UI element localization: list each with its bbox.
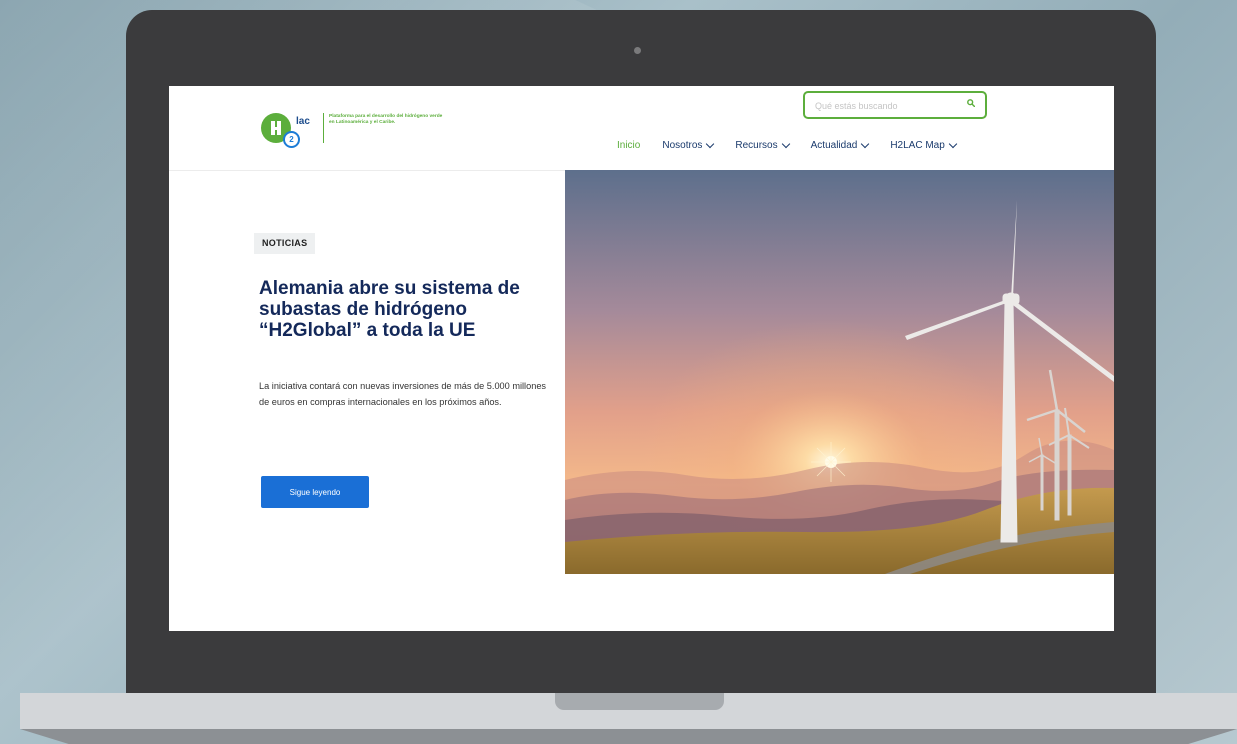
hero-image-wind-turbines [565,170,1114,574]
nav-item-label: Recursos [735,139,778,151]
article-lede: La iniciativa contará con nuevas inversi… [259,381,547,407]
nav-item-label: Nosotros [662,139,703,151]
chevron-down-icon [781,139,790,148]
nav-item-label: Actualidad [810,139,858,151]
logo-2-badge: 2 [283,131,300,148]
article-headline: Alemania abre su sistema de subastas de … [259,278,520,341]
chevron-down-icon [706,139,715,148]
search-input[interactable] [813,97,957,115]
nav-item-label: H2LAC Map [890,139,945,151]
background: 2 lac Plataforma para el desarrollo del … [0,0,1237,744]
search-icon[interactable] [967,99,975,107]
nav-item-label: Inicio [617,139,641,151]
nav-item-nosotros[interactable]: Nosotros [662,137,715,153]
wind-turbines-sunset-illustration [565,170,1114,574]
nav-item-actualidad[interactable]: Actualidad [810,137,870,153]
category-badge: NOTICIAS [254,233,316,254]
chevron-down-icon [861,139,870,148]
laptop-notch [555,693,724,710]
main-nav: Inicio Nosotros Recursos Actualidad H2LA… [617,137,978,153]
site-logo[interactable]: 2 lac Plataforma para el desarrollo del … [261,111,451,148]
logo-lac-text: lac [296,116,310,127]
browser-viewport: 2 lac Plataforma para el desarrollo del … [169,86,1114,631]
nav-item-h2lac-map[interactable]: H2LAC Map [890,137,958,153]
laptop-base-edge [20,729,1237,744]
search-box [803,91,987,119]
logo-tagline: Plataforma para el desarrollo del hidróg… [329,114,443,125]
logo-divider [323,113,324,143]
nav-item-recursos[interactable]: Recursos [735,137,790,153]
laptop-camera [634,47,641,54]
nav-item-inicio[interactable]: Inicio [617,137,640,153]
read-more-button[interactable]: Sigue leyendo [261,476,369,508]
chevron-down-icon [948,139,958,148]
site-header: 2 lac Plataforma para el desarrollo del … [169,86,1114,171]
